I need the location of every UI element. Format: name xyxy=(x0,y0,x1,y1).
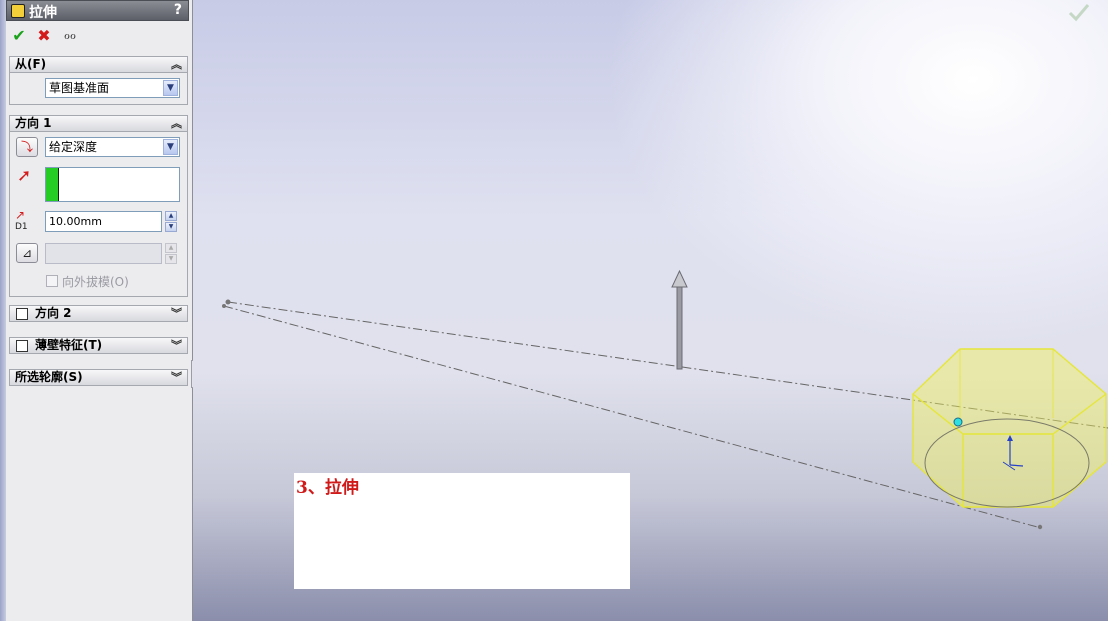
section-direction2-label: 方向 2 xyxy=(35,306,72,320)
chevron-down-icon[interactable]: ▼ xyxy=(163,139,178,155)
draft-icon: ⊿ xyxy=(21,246,33,260)
direction-reference-list[interactable] xyxy=(45,167,180,202)
thin-feature-checkbox[interactable] xyxy=(16,340,28,352)
spin-up-icon: ▲ xyxy=(165,243,177,253)
section-direction1-label: 方向 1 xyxy=(15,116,52,130)
selection-indicator xyxy=(46,168,59,201)
chevron-down-icon[interactable]: ︾ xyxy=(171,338,182,353)
spin-up-icon[interactable]: ▲ xyxy=(165,211,177,221)
depth-spinner[interactable]: ▲ ▼ xyxy=(165,211,177,232)
reverse-direction-icon: ⤵ xyxy=(20,140,33,154)
section-direction1-header[interactable]: 方向 1 ︽ xyxy=(9,115,188,132)
section-from-body: 草图基准面 ▼ xyxy=(9,73,188,105)
check-icon: ✔ xyxy=(12,26,26,45)
direction-arrow-icon: ➚ xyxy=(17,166,32,186)
spin-down-icon[interactable]: ▼ xyxy=(165,222,177,232)
confirm-corner-button[interactable] xyxy=(1068,2,1090,24)
spin-down-icon: ▼ xyxy=(165,254,177,264)
extrude-feature-icon xyxy=(11,4,25,18)
help-button[interactable]: ? xyxy=(174,2,182,18)
property-manager: 拉伸 ? ✔ ✖ ℴℴ 从(F) ︽ 草图基准面 ▼ 方向 1 ︽ ⤵ 给定深度… xyxy=(0,0,193,621)
chevron-down-icon[interactable]: ▼ xyxy=(163,80,178,96)
chevron-up-icon[interactable]: ︽ xyxy=(171,116,182,131)
check-icon xyxy=(1068,4,1090,22)
end-condition-value: 给定深度 xyxy=(49,140,98,154)
graphics-viewport[interactable]: 3、拉伸 xyxy=(193,0,1108,621)
extrude-preview[interactable] xyxy=(912,348,1107,508)
drag-handle-arrow-icon[interactable] xyxy=(671,269,688,288)
direction2-checkbox[interactable] xyxy=(16,308,28,320)
draft-spinner: ▲ ▼ xyxy=(165,243,177,264)
chevron-down-icon[interactable]: ︾ xyxy=(171,370,182,385)
depth-input[interactable]: 10.00mm xyxy=(45,211,162,232)
section-thin-feature-label: 薄壁特征(T) xyxy=(35,338,103,352)
reverse-direction-button[interactable]: ⤵ xyxy=(16,137,38,157)
section-from-header[interactable]: 从(F) ︽ xyxy=(9,56,188,73)
chevron-down-icon[interactable]: ︾ xyxy=(171,306,182,321)
caption-text: 3、拉伸 xyxy=(296,478,359,498)
section-thin-feature-header[interactable]: 薄壁特征(T) ︾ xyxy=(9,337,188,354)
section-from-label: 从(F) xyxy=(15,57,47,71)
construction-point[interactable] xyxy=(1037,524,1043,530)
preview-button[interactable]: ℴℴ xyxy=(60,26,80,46)
caption-box: 3、拉伸 xyxy=(294,473,630,589)
sketch-point[interactable] xyxy=(953,417,963,427)
from-select-value: 草图基准面 xyxy=(49,81,110,95)
ok-button[interactable]: ✔ xyxy=(9,26,29,46)
panel-title: 拉伸 xyxy=(29,5,57,21)
draft-outward-checkbox[interactable]: 向外拔模(O) xyxy=(46,273,129,290)
draft-outward-label: 向外拔模(O) xyxy=(62,275,129,289)
depth-icon-label: D1 xyxy=(15,222,28,232)
panel-titlebar: 拉伸 ? xyxy=(6,0,189,21)
section-selected-contours-header[interactable]: 所选轮廓(S) ︾ xyxy=(9,369,188,386)
chevron-up-icon[interactable]: ︽ xyxy=(171,57,182,72)
panel-edge xyxy=(0,0,6,621)
prism-body xyxy=(912,348,1107,508)
construction-point[interactable] xyxy=(222,304,226,308)
depth-icon: ↗ D1 xyxy=(15,208,28,232)
checkbox-box[interactable] xyxy=(46,275,58,287)
draft-toggle-button[interactable]: ⊿ xyxy=(16,243,38,263)
glasses-icon: ℴℴ xyxy=(63,28,76,43)
section-selected-contours-label: 所选轮廓(S) xyxy=(15,370,83,384)
section-direction1-body: ⤵ 给定深度 ▼ ➚ ↗ D1 10.00mm ▲ ▼ ⊿ ▲ ▼ 向外拔模(O) xyxy=(9,132,188,297)
from-select[interactable]: 草图基准面 ▼ xyxy=(45,78,180,98)
close-icon: ✖ xyxy=(37,26,51,45)
construction-point[interactable] xyxy=(225,299,231,305)
section-direction2-header[interactable]: 方向 2 ︾ xyxy=(9,305,188,322)
drag-handle-shaft[interactable] xyxy=(676,286,683,370)
draft-angle-input xyxy=(45,243,162,264)
end-condition-select[interactable]: 给定深度 ▼ xyxy=(45,137,180,157)
cancel-button[interactable]: ✖ xyxy=(34,26,54,46)
depth-value: 10.00mm xyxy=(49,215,102,228)
